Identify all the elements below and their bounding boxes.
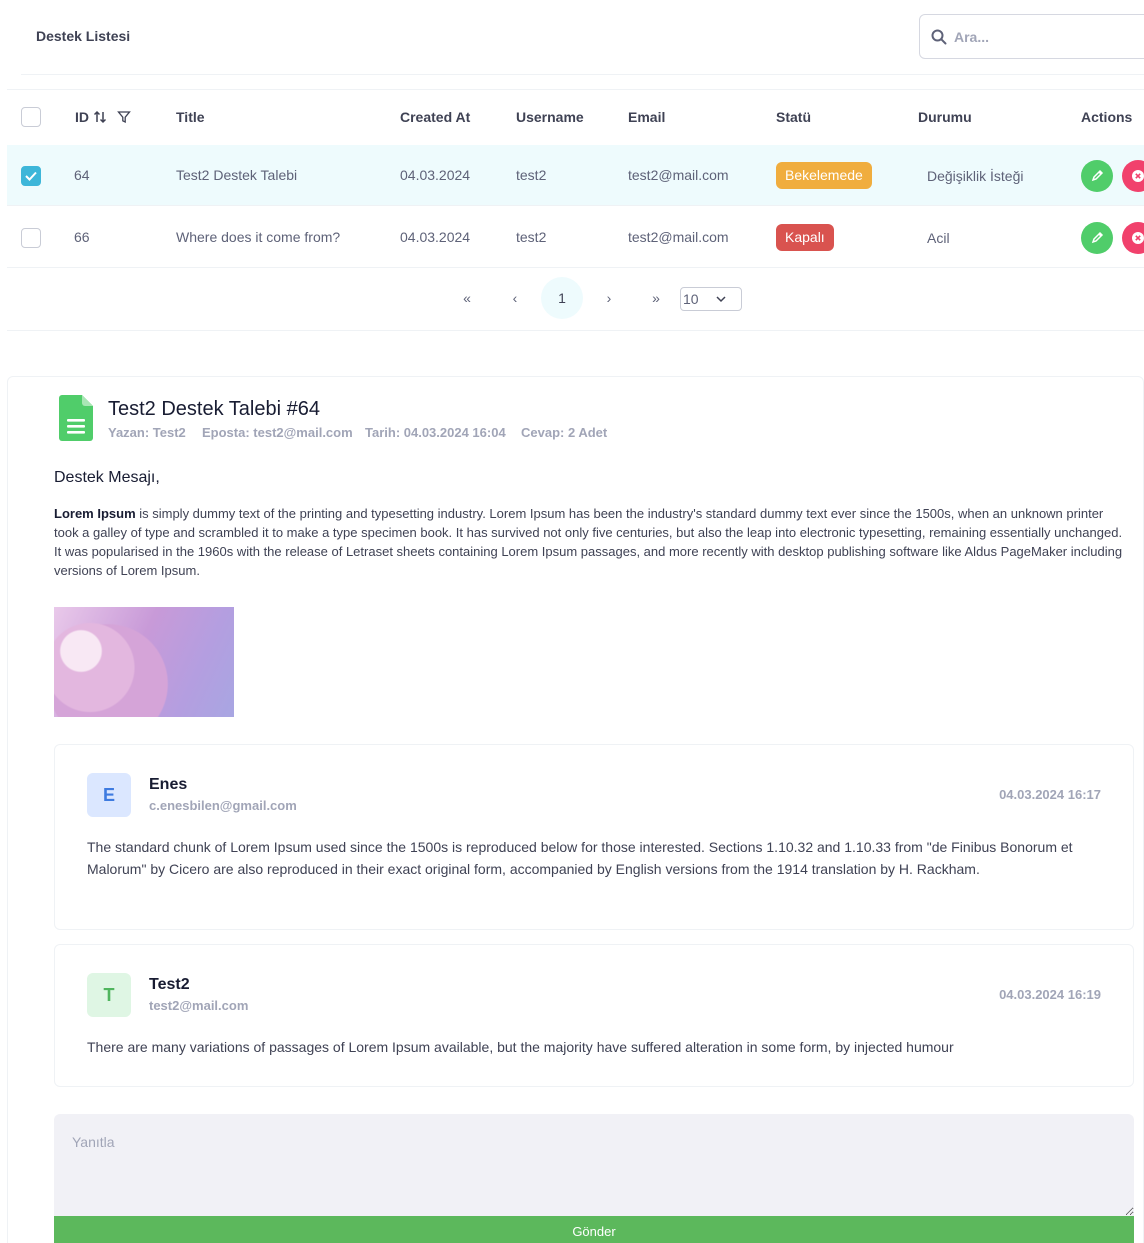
edit-button[interactable] (1081, 160, 1113, 192)
search-input[interactable] (954, 25, 1144, 49)
reply-date: 04.03.2024 16:19 (999, 987, 1101, 1002)
reply-card: E Enes c.enesbilen@gmail.com 04.03.2024 … (54, 744, 1134, 930)
attachment-image[interactable] (54, 607, 234, 717)
reply-author-name: Enes (149, 776, 188, 793)
sort-icon[interactable] (93, 110, 107, 124)
column-id[interactable]: ID (75, 109, 131, 125)
search-icon (931, 29, 947, 45)
last-page-button[interactable]: » (635, 277, 677, 319)
avatar: E (87, 773, 131, 817)
cell-email: test2@mail.com (628, 167, 729, 183)
filter-icon[interactable] (116, 110, 131, 124)
reply-date: 04.03.2024 16:17 (999, 787, 1101, 802)
close-circle-icon (1132, 170, 1144, 182)
cell-id: 66 (74, 229, 90, 245)
reply-textarea[interactable] (54, 1114, 1134, 1216)
status-badge: Kapalı (776, 224, 834, 251)
page-size-select[interactable]: 10 (680, 287, 742, 311)
reply-card: T Test2 test2@mail.com 04.03.2024 16:19 … (54, 944, 1134, 1087)
chevron-down-icon (716, 296, 726, 303)
reply-author-name: Test2 (149, 976, 190, 993)
row-checkbox[interactable] (21, 228, 41, 248)
send-button[interactable]: Gönder (54, 1216, 1134, 1243)
column-username[interactable]: Username (516, 109, 584, 125)
delete-button[interactable] (1122, 160, 1144, 192)
cell-email: test2@mail.com (628, 229, 729, 245)
search-box[interactable] (919, 14, 1144, 59)
column-durumu[interactable]: Durumu (918, 109, 972, 125)
document-icon (59, 395, 93, 441)
pencil-icon (1091, 169, 1104, 182)
edit-button[interactable] (1081, 222, 1113, 254)
message-text: is simply dummy text of the printing and… (54, 506, 1123, 578)
meta-email: Eposta: test2@mail.com (202, 425, 353, 440)
cell-username: test2 (516, 167, 547, 183)
close-circle-icon (1132, 232, 1144, 244)
cell-username: test2 (516, 229, 547, 245)
cell-id: 64 (74, 167, 90, 183)
reply-author-email: test2@mail.com (149, 998, 249, 1013)
select-all-checkbox[interactable] (21, 107, 41, 127)
reply-author-email: c.enesbilen@gmail.com (149, 798, 297, 813)
cell-title: Where does it come from? (176, 229, 341, 245)
cell-created-at: 04.03.2024 (400, 167, 471, 183)
column-title[interactable]: Title (176, 109, 205, 125)
table-row[interactable]: 66 Where does it come from? 04.03.2024 t… (7, 207, 1144, 268)
ticket-detail-card: Test2 Destek Talebi #64 Yazan: Test2 Epo… (7, 376, 1144, 1243)
pagination: « ‹ 1 › » 10 (7, 277, 1144, 319)
status-badge: Bekelemede (776, 162, 872, 189)
list-title: Destek Listesi (36, 28, 131, 44)
check-icon (25, 171, 37, 181)
meta-author: Yazan: Test2 (108, 425, 186, 440)
header-divider (21, 74, 1144, 75)
cell-durumu: Acil (927, 230, 950, 246)
avatar: T (87, 973, 131, 1017)
page-size-value: 10 (683, 291, 699, 307)
table-row[interactable]: 64 Test2 Destek Talebi 04.03.2024 test2 … (7, 145, 1144, 206)
ticket-title: Test2 Destek Talebi #64 (108, 398, 320, 420)
reply-text: There are many variations of passages of… (87, 1039, 954, 1055)
page-1-button[interactable]: 1 (541, 277, 583, 319)
message-body: Lorem Ipsum is simply dummy text of the … (54, 504, 1124, 580)
column-email[interactable]: Email (628, 109, 665, 125)
row-checkbox[interactable] (21, 166, 41, 186)
cell-durumu: Değişiklik İsteği (927, 168, 1024, 184)
first-page-button[interactable]: « (446, 277, 488, 319)
cell-created-at: 04.03.2024 (400, 229, 471, 245)
meta-replies: Cevap: 2 Adet (521, 425, 608, 440)
delete-button[interactable] (1122, 222, 1144, 254)
pencil-icon (1091, 231, 1104, 244)
table-header: ID Title Created At Username Email Statü… (7, 89, 1144, 145)
message-heading: Destek Mesajı, (54, 469, 160, 486)
meta-date: Tarih: 04.03.2024 16:04 (365, 425, 506, 440)
next-page-button[interactable]: › (588, 277, 630, 319)
cell-title: Test2 Destek Talebi (176, 167, 298, 183)
message-bold: Lorem Ipsum (54, 506, 136, 521)
prev-page-button[interactable]: ‹ (494, 277, 536, 319)
reply-text: The standard chunk of Lorem Ipsum used s… (87, 839, 1073, 877)
column-created-at[interactable]: Created At (400, 109, 470, 125)
column-status[interactable]: Statü (776, 109, 811, 125)
support-list-card: Destek Listesi ID Title Created At Usern… (7, 0, 1144, 331)
column-actions: Actions (1081, 109, 1133, 125)
